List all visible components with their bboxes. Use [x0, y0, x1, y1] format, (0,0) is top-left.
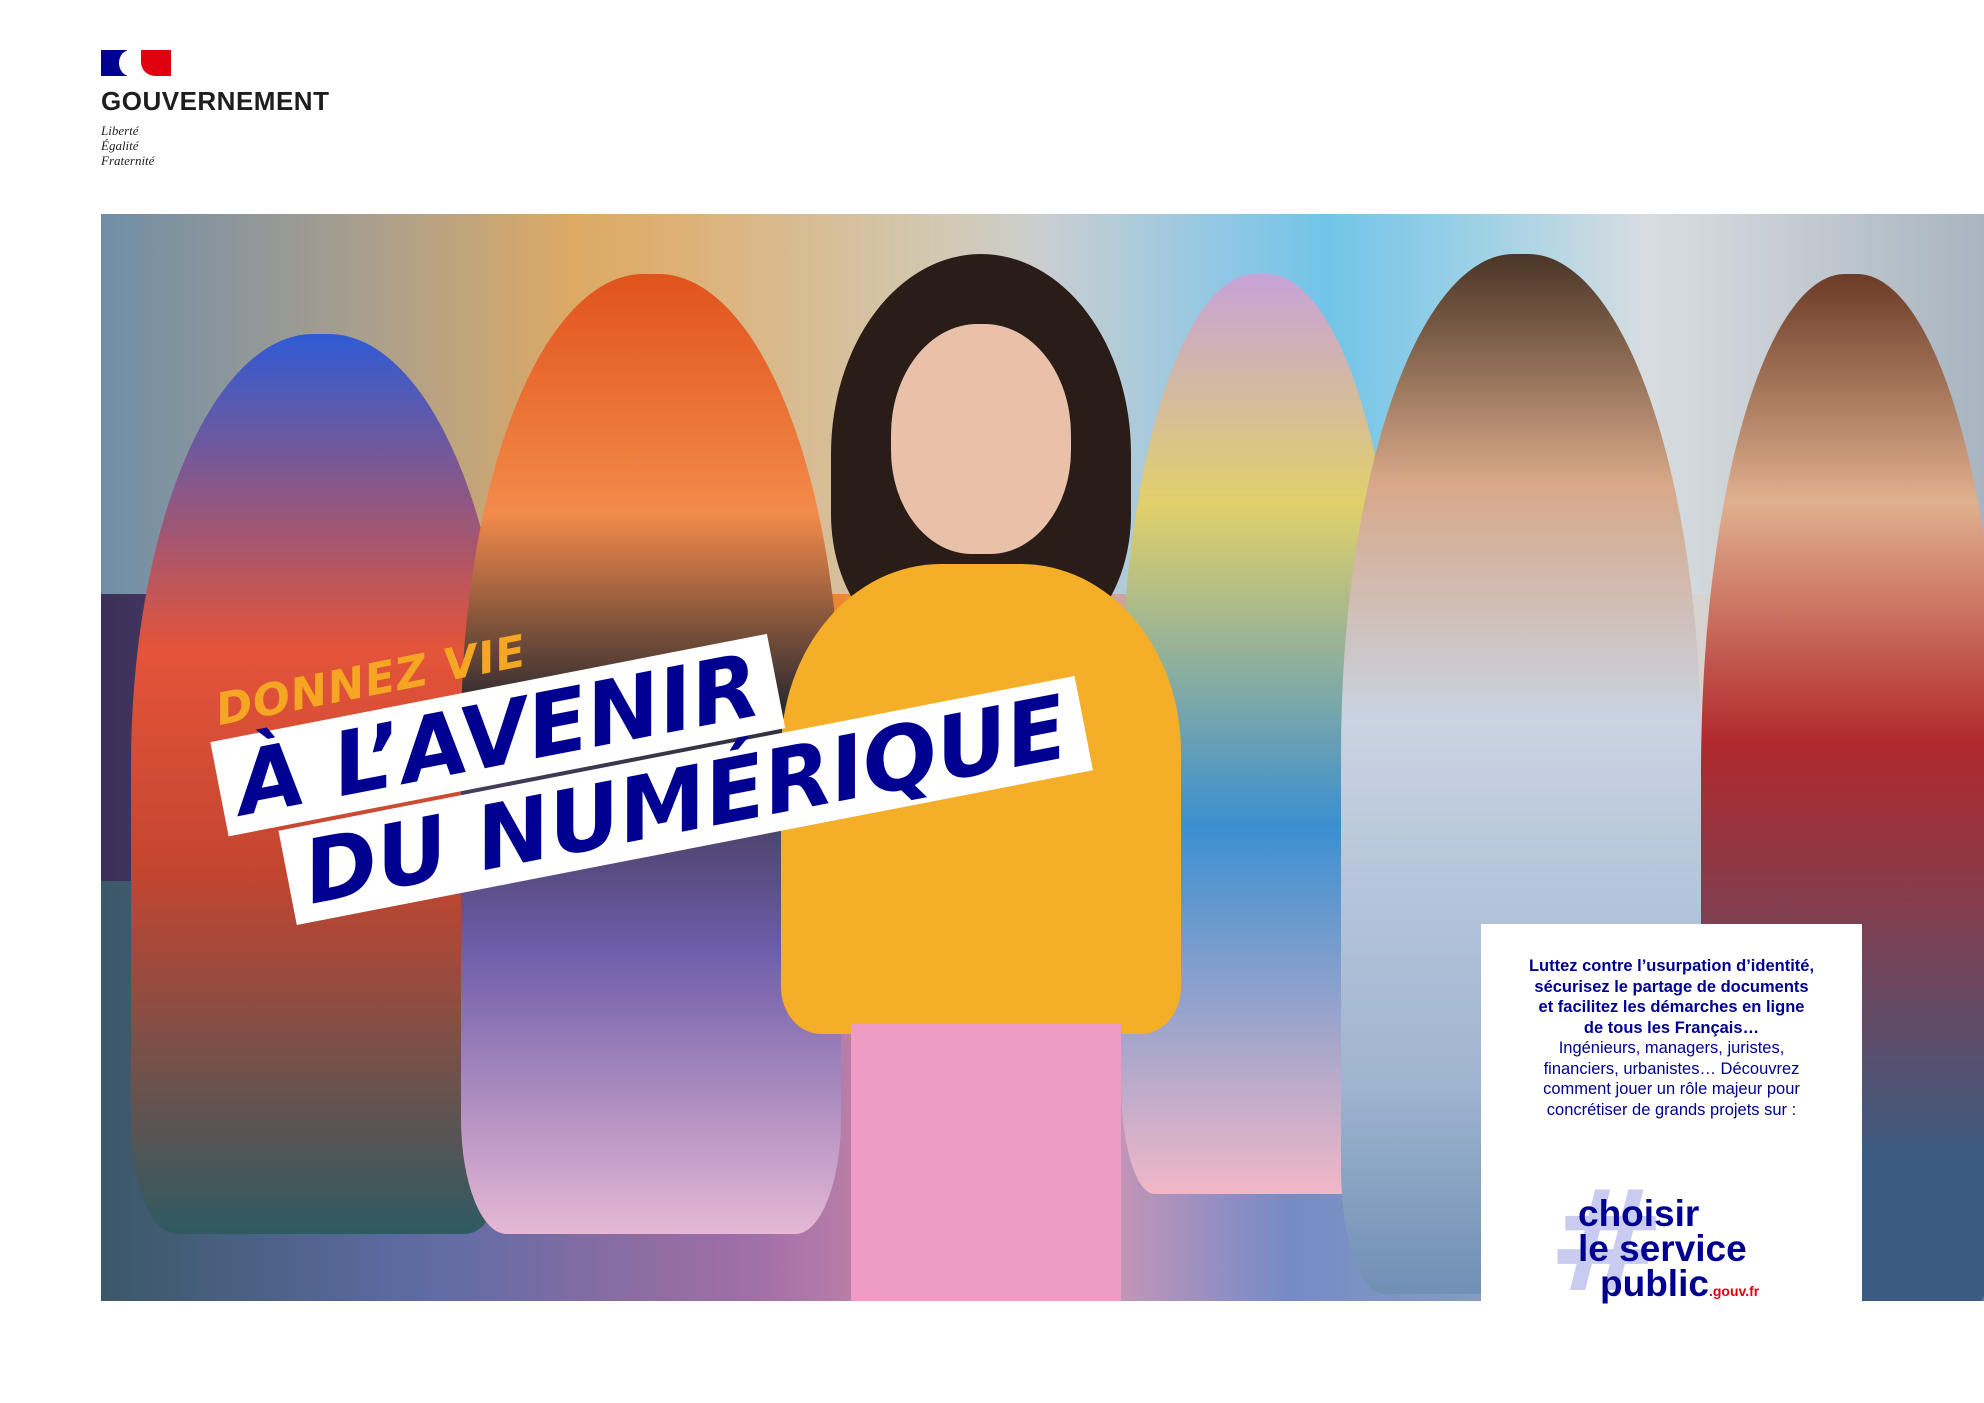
- info-desc-4: concrétiser de grands projets sur :: [1546, 1100, 1797, 1119]
- motto-egalite: Égalité: [101, 138, 139, 153]
- info-lead-3: et facilitez les démarches en ligne: [1538, 998, 1805, 1016]
- info-lead-2: sécurisez le partage de documents: [1534, 977, 1809, 996]
- info-desc-1: Ingénieurs, managers, juristes,: [1558, 1039, 1785, 1057]
- motto-liberte: Liberté: [101, 123, 139, 138]
- republic-motto: Liberté Égalité Fraternité: [101, 123, 341, 168]
- marianne-flag-icon: [101, 50, 171, 76]
- brand-line-1: choisir: [1578, 1193, 1700, 1234]
- brand-line-3: public.gouv.fr: [1600, 1263, 1798, 1309]
- government-logo: GOUVERNEMENT Liberté Égalité Fraternité: [101, 50, 341, 168]
- info-desc-2: financiers, urbanistes… Découvrez: [1543, 1059, 1800, 1078]
- choisir-le-service-public-logo[interactable]: # choisir le service public.gouv.fr: [1548, 1173, 1798, 1313]
- motto-fraternite: Fraternité: [101, 153, 155, 168]
- info-box: Luttez contre l’usurpation d’identité, s…: [1481, 924, 1862, 1313]
- government-title: GOUVERNEMENT: [101, 86, 330, 116]
- brand-domain: .gouv.fr: [1708, 1283, 1760, 1299]
- info-lead-1: Luttez contre l’usurpation d’identité,: [1528, 957, 1815, 975]
- brand-line-2: le service: [1578, 1228, 1747, 1269]
- info-lead-4: de tous les Français…: [1583, 1018, 1760, 1037]
- brand-public: public: [1600, 1263, 1709, 1304]
- info-desc-3: comment jouer un rôle majeur pour: [1543, 1080, 1800, 1098]
